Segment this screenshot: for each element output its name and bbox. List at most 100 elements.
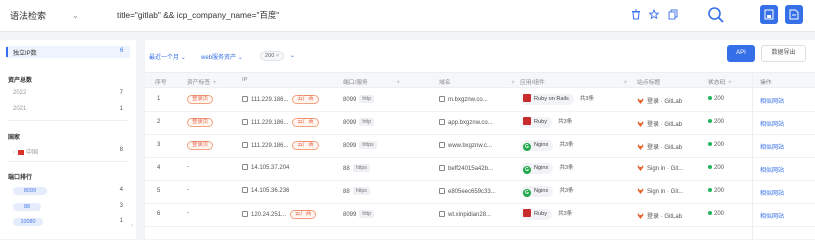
search-icon[interactable] <box>707 6 725 24</box>
col-header-status[interactable]: 状态码 ✦ <box>708 77 732 86</box>
sidebar-item-year-2022[interactable]: 2022 7 <box>13 90 123 96</box>
domain-link[interactable]: www.bxgznw.c... <box>448 143 492 149</box>
table-row[interactable]: 3 登录页 111.229.186... 云厂商 8099 https www.bx… <box>145 135 815 158</box>
save-query-button[interactable] <box>760 5 778 24</box>
external-link-icon[interactable] <box>439 119 445 125</box>
ip-link[interactable]: 120.24.251... <box>251 212 286 218</box>
col-header-title[interactable]: 站点标题 ✦ <box>637 77 713 86</box>
export-button[interactable]: 数据导出 <box>761 45 806 62</box>
port-pill-10080[interactable]: 10080 <box>13 218 43 226</box>
similar-sites-link[interactable]: 相似网站 <box>760 96 784 105</box>
domain-link[interactable]: m.bxgznw.co... <box>448 97 488 103</box>
login-page-tag[interactable]: 登录页 <box>187 95 214 104</box>
ip-link[interactable]: 14.105.37.204 <box>251 165 289 171</box>
ip-link[interactable]: 111.229.186... <box>251 143 288 149</box>
external-link-icon[interactable] <box>242 142 248 148</box>
filter-icon[interactable]: ✦ <box>727 80 732 86</box>
external-link-icon[interactable] <box>439 96 445 102</box>
app-chip[interactable]: G Nginx <box>521 140 554 151</box>
ip-link[interactable]: 111.229.186... <box>251 120 288 126</box>
port-value[interactable]: 8099 <box>343 97 356 103</box>
table-row[interactable]: 5 - 14.105.36.236 88 https e805eec659c33.… <box>145 181 815 204</box>
similar-sites-link[interactable]: 相似网站 <box>760 142 784 151</box>
table-row[interactable]: 1 登录页 111.229.186... 云厂商 8099 http m.bxgzn… <box>145 89 815 112</box>
port-value[interactable]: 8099 <box>343 143 356 149</box>
cloud-vendor-tag[interactable]: 云厂商 <box>290 210 317 219</box>
app-total[interactable]: 共3条 <box>559 142 573 148</box>
star-icon[interactable] <box>649 9 659 20</box>
tag-cell: - <box>187 164 189 170</box>
app-total[interactable]: 共3条 <box>558 211 572 217</box>
domain-link[interactable]: beff24015a42b... <box>448 166 493 172</box>
search-input[interactable]: title="gitlab" && icp_company_name="百度" <box>117 9 279 21</box>
col-header-app[interactable]: 应用/组件 ✦ <box>520 77 628 86</box>
col-header-ip[interactable]: IP <box>242 77 247 83</box>
external-link-icon[interactable] <box>242 211 248 217</box>
app-total[interactable]: 共3条 <box>559 188 573 194</box>
export-query-button[interactable] <box>785 5 803 24</box>
filter-icon[interactable]: ✦ <box>212 80 217 86</box>
cloud-vendor-tag[interactable]: 云厂商 <box>292 141 319 150</box>
port-value[interactable]: 88 <box>343 166 350 172</box>
ip-cell: 120.24.251... 云厂商 <box>242 210 317 219</box>
collapse-handle[interactable]: ‹ <box>131 223 133 229</box>
cloud-vendor-tag[interactable]: 云厂商 <box>292 118 319 127</box>
app-chip[interactable]: G Nginx <box>521 186 554 197</box>
domain-link[interactable]: app.bxgznw.co... <box>448 120 493 126</box>
similar-sites-link[interactable]: 相似网站 <box>760 165 784 174</box>
port-value[interactable]: 8099 <box>343 120 356 126</box>
login-page-tag[interactable]: 登录页 <box>187 118 214 127</box>
app-total[interactable]: 共3条 <box>558 119 572 125</box>
filter-icon[interactable]: ✦ <box>623 80 628 86</box>
trash-icon[interactable] <box>631 9 641 20</box>
ip-link[interactable]: 111.229.186... <box>251 97 288 103</box>
col-header-port[interactable]: 端口/服务 ✦ <box>343 77 401 86</box>
port-pill-88[interactable]: 88 <box>13 203 41 211</box>
sidebar-item-country-china[interactable]: › 中国 8 <box>13 147 123 156</box>
copy-icon[interactable] <box>668 9 678 20</box>
similar-sites-link[interactable]: 相似网站 <box>760 119 784 128</box>
save-icon <box>764 9 774 20</box>
api-button[interactable]: API <box>727 45 755 62</box>
external-link-icon[interactable] <box>242 187 248 193</box>
cloud-vendor-tag[interactable]: 云厂商 <box>292 95 319 104</box>
external-link-icon[interactable] <box>242 164 248 170</box>
close-icon[interactable]: × <box>276 53 279 59</box>
port-pill-8099[interactable]: 8099 <box>13 187 47 195</box>
chevron-down-icon[interactable]: ⌄ <box>290 52 295 59</box>
external-link-icon[interactable] <box>439 188 445 194</box>
external-link-icon[interactable] <box>439 142 445 148</box>
filter-icon[interactable]: ✦ <box>396 80 401 86</box>
table-row[interactable]: 6 - 120.24.251... 云厂商 8099 http wt.xinpidi… <box>145 204 815 227</box>
app-total[interactable]: 共3条 <box>580 96 594 102</box>
domain-link[interactable]: e805eec659c33... <box>448 189 496 195</box>
time-filter-dropdown[interactable]: 最近一个月 ⌄ <box>149 52 186 61</box>
status-filter-tag[interactable]: 200 × <box>260 51 285 61</box>
app-chip[interactable]: Ruby <box>521 117 553 128</box>
similar-sites-link[interactable]: 相似网站 <box>760 211 784 220</box>
similar-sites-link[interactable]: 相似网站 <box>760 188 784 197</box>
col-header-tag[interactable]: 资产标签 ✦ <box>187 77 217 86</box>
port-value[interactable]: 88 <box>343 189 350 195</box>
col-header-domain[interactable]: 域名 ✦ <box>439 77 515 86</box>
app-chip[interactable]: Ruby on Rails <box>521 94 574 105</box>
external-link-icon[interactable] <box>242 96 248 102</box>
web-asset-filter-dropdown[interactable]: web服务资产 ⌄ <box>201 52 243 61</box>
external-link-icon[interactable] <box>439 165 445 171</box>
external-link-icon[interactable] <box>439 211 445 217</box>
login-page-tag[interactable]: 登录页 <box>187 141 214 150</box>
table-row[interactable]: 2 登录页 111.229.186... 云厂商 8099 http app.bxg… <box>145 112 815 135</box>
domain-link[interactable]: wt.xinpidian28... <box>448 212 491 218</box>
filter-icon[interactable]: ✦ <box>511 80 516 86</box>
app-chip[interactable]: G Nginx <box>521 163 554 174</box>
syntax-search-selector[interactable]: 语法检索 <box>10 9 46 22</box>
external-link-icon[interactable] <box>242 119 248 125</box>
app-chip[interactable]: Ruby <box>521 209 553 220</box>
port-value[interactable]: 8099 <box>343 212 356 218</box>
ip-link[interactable]: 14.105.36.236 <box>251 188 289 194</box>
col-header-label: 站点标题 <box>637 80 661 86</box>
chevron-down-icon[interactable]: ⌄ <box>72 11 79 20</box>
app-total[interactable]: 共3条 <box>559 165 573 171</box>
table-row[interactable]: 4 - 14.105.37.204 88 https beff24015a42b.… <box>145 158 815 181</box>
sidebar-item-year-2021[interactable]: 2021 1 <box>13 106 123 112</box>
